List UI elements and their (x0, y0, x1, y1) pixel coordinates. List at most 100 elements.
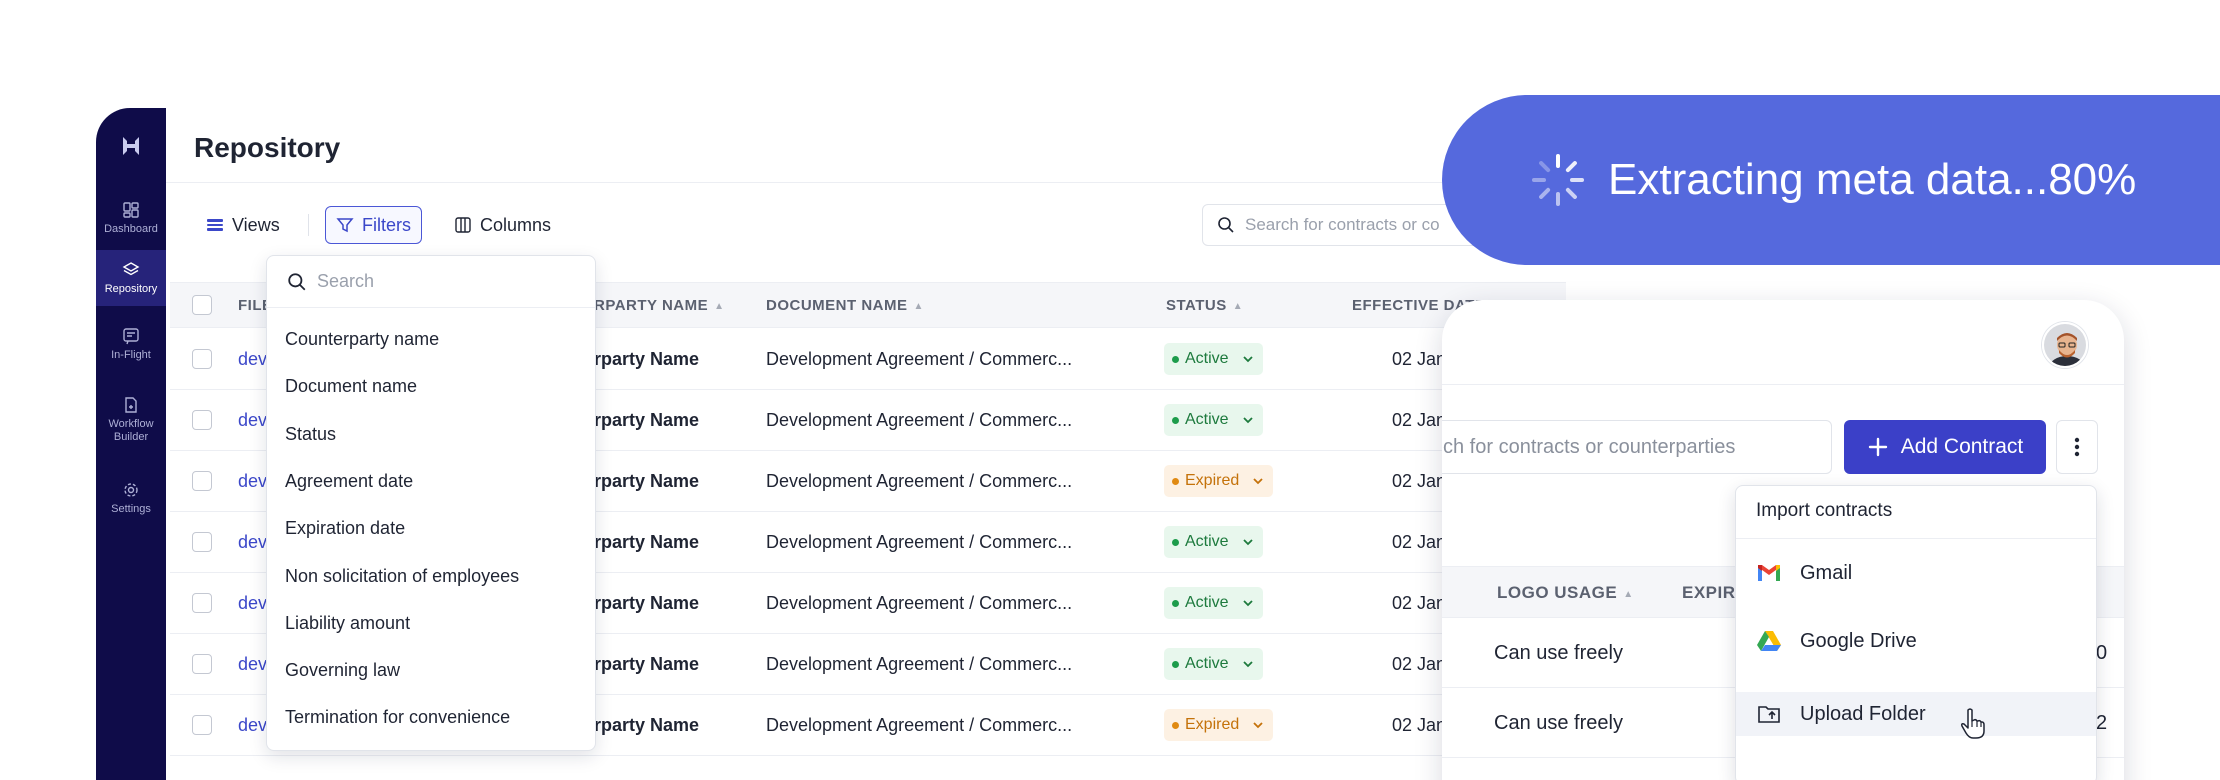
status-badge[interactable]: Expired (1164, 709, 1274, 741)
row-checkbox[interactable] (192, 410, 212, 430)
logo-usage-cell: Can use freely (1494, 642, 1623, 664)
row-checkbox[interactable] (192, 593, 212, 613)
sidebar-item-workflow-builder[interactable]: Workflow Builder (96, 384, 166, 456)
row-checkbox[interactable] (192, 654, 212, 674)
status-dot (1172, 477, 1179, 485)
import-contracts-menu: Import contracts Gmail Google Drive Uplo… (1735, 485, 2097, 780)
add-contract-button[interactable]: Add Contract (1844, 420, 2046, 474)
counterparty-cell: rparty Name (594, 532, 700, 552)
row-checkbox[interactable] (192, 471, 212, 491)
document-name-cell: Development Agreement / Commerc... (766, 715, 1073, 735)
sidebar-item-label: Dashboard (104, 222, 158, 235)
column-logo-usage[interactable]: LOGO USAGE ▲ (1497, 583, 1634, 603)
file-link[interactable]: dev (238, 349, 267, 370)
filter-option[interactable]: Governing law (285, 660, 400, 681)
filter-option[interactable]: Agreement date (285, 471, 413, 492)
status-dot (1172, 355, 1179, 363)
filter-option[interactable]: Counterparty name (285, 329, 439, 350)
user-avatar-icon (2044, 324, 2086, 366)
filters-label: Filters (362, 214, 411, 235)
effective-date-cell: 02 Jan (1392, 593, 1447, 613)
status-badge[interactable]: Expired (1164, 465, 1274, 497)
views-button[interactable]: Views (196, 206, 290, 244)
row-checkbox[interactable] (192, 349, 212, 369)
filter-search-input[interactable]: Search (267, 256, 595, 308)
divider (1442, 384, 2124, 385)
effective-date-cell: 02 Jan (1392, 654, 1447, 674)
more-options-button[interactable] (2056, 420, 2098, 474)
filter-option[interactable]: Non solicitation of employees (285, 566, 519, 587)
file-link[interactable]: dev (238, 654, 267, 675)
status-badge[interactable]: Active (1164, 343, 1263, 375)
sidebar-item-dashboard[interactable]: Dashboard (96, 190, 166, 246)
sidebar-item-repository[interactable]: Repository (96, 250, 166, 306)
document-name-cell: Development Agreement / Commerc... (766, 410, 1073, 430)
import-google-drive-item[interactable]: Google Drive (1736, 619, 2096, 663)
upload-folder-icon (1758, 706, 1780, 723)
sidebar-item-label: Repository (104, 282, 158, 295)
columns-button[interactable]: Columns (444, 206, 561, 244)
status-badge[interactable]: Active (1164, 648, 1263, 680)
workflow-icon (125, 397, 137, 413)
sidebar-item-label: Workflow Builder (108, 418, 154, 443)
status-dot (1172, 599, 1179, 607)
logo-usage-cell: Can use freely (1494, 712, 1623, 734)
divider (166, 182, 1566, 183)
status-badge[interactable]: Active (1164, 404, 1263, 436)
filter-option[interactable]: Document name (285, 376, 417, 397)
page-title: Repository (194, 132, 341, 163)
row-checkbox[interactable] (192, 532, 212, 552)
filter-option[interactable]: Liability amount (285, 613, 410, 634)
search-icon (1218, 217, 1234, 233)
filter-option[interactable]: Status (285, 424, 336, 445)
file-link[interactable]: dev (238, 471, 267, 492)
sidebar-item-in-flight[interactable]: In-Flight (96, 316, 166, 372)
search-placeholder: Search for contracts or co (1245, 215, 1440, 234)
add-contract-label: Add Contract (1900, 435, 2024, 458)
app-logo[interactable] (96, 134, 166, 163)
effective-date-cell: 02 Jan (1392, 532, 1447, 552)
column-counterparty-name[interactable]: RPARTY NAME ▲ (594, 297, 725, 314)
sidebar-item-settings[interactable]: Settings (96, 470, 166, 526)
effective-date-cell: 02 Jan (1392, 715, 1447, 735)
file-link[interactable]: dev (238, 410, 267, 431)
sort-icon: ▲ (1232, 301, 1244, 312)
effective-date-cell: 02 Jan (1392, 471, 1447, 491)
columns-label: Columns (480, 214, 552, 235)
status-dot (1172, 660, 1179, 668)
counterparty-cell: rparty Name (594, 410, 700, 430)
row-checkbox[interactable] (192, 715, 212, 735)
card-search-input[interactable]: ch for contracts or counterparties (1442, 420, 1832, 474)
status-label: Expired (1185, 472, 1240, 489)
file-link[interactable]: dev (238, 532, 267, 553)
status-label: Active (1185, 350, 1229, 367)
layers-icon (122, 261, 140, 275)
document-name-cell: Development Agreement / Commerc... (766, 654, 1073, 674)
plus-icon (1868, 437, 1887, 457)
column-expiry[interactable]: EXPIR (1682, 583, 1736, 603)
document-name-cell: Development Agreement / Commerc... (766, 532, 1073, 552)
status-badge[interactable]: Active (1164, 587, 1263, 619)
column-document-name[interactable]: DOCUMENT NAME ▲ (766, 297, 924, 314)
toolbar-divider (308, 214, 309, 236)
import-gmail-item[interactable]: Gmail (1736, 551, 2096, 595)
filter-search-placeholder: Search (317, 271, 375, 291)
inflight-icon (123, 327, 139, 344)
search-icon (288, 272, 306, 290)
filters-button[interactable]: Filters (325, 206, 422, 244)
import-item-label: Upload Folder (1800, 702, 1926, 725)
dashboard-icon (123, 201, 139, 218)
filter-option[interactable]: Expiration date (285, 518, 405, 539)
file-link[interactable]: dev (238, 593, 267, 614)
status-badge[interactable]: Active (1164, 526, 1263, 558)
upload-folder-item[interactable]: Upload Folder (1736, 692, 2096, 736)
column-status[interactable]: STATUS ▲ (1166, 297, 1243, 314)
file-link[interactable]: dev (238, 715, 267, 736)
select-all-checkbox[interactable] (192, 295, 212, 315)
sort-icon: ▲ (1623, 589, 1634, 600)
filter-option[interactable]: Termination for convenience (285, 707, 510, 728)
sidebar-item-label: In-Flight (111, 348, 151, 361)
avatar[interactable] (2042, 322, 2088, 368)
counterparty-cell: rparty Name (594, 593, 700, 613)
views-icon (207, 219, 223, 231)
